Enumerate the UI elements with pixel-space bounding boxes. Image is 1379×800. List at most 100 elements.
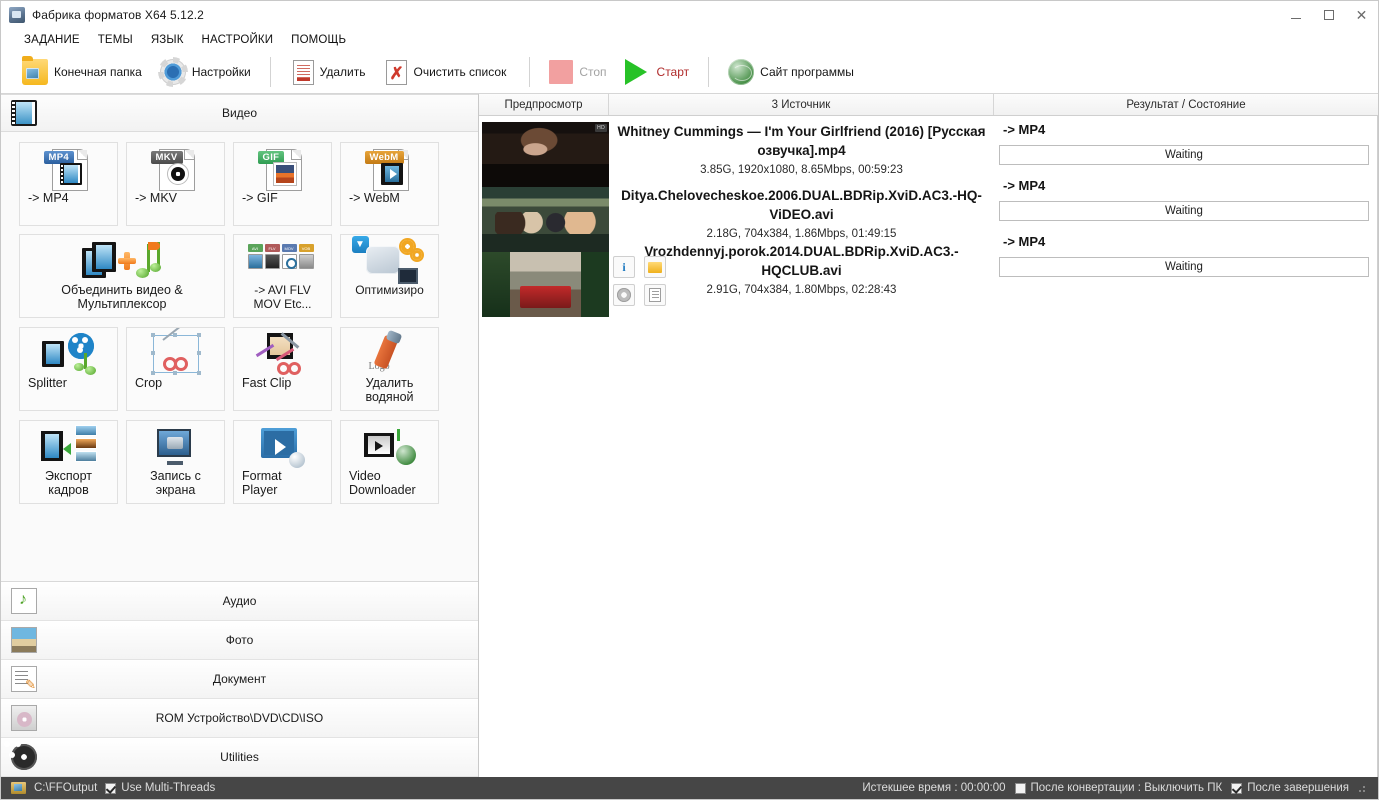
result-item-3: -> MP4 Waiting (999, 234, 1369, 277)
open-folder-icon (648, 261, 662, 273)
globe-icon (728, 59, 755, 85)
main-toolbar: Конечная папка Настройки Удалить ✗ Очист… (1, 51, 1378, 94)
thumbnail-3[interactable] (482, 252, 609, 317)
tile-to-mkv[interactable]: MKV -> MKV (126, 142, 225, 226)
output-path-label[interactable]: C:\FFOutput (34, 782, 97, 794)
tile-to-avi-flv-mov[interactable]: AVI FLV MOV VOB -> AVI FLV MOV Etc... (233, 234, 332, 318)
delete-button[interactable]: Удалить (281, 53, 375, 91)
menu-item-task[interactable]: ЗАДАНИЕ (15, 32, 89, 48)
after-finish-checkbox[interactable] (1231, 782, 1243, 794)
after-finish-option[interactable]: После завершения (1231, 782, 1349, 794)
tile-video-downloader[interactable]: Video Downloader (340, 420, 439, 504)
output-folder-icon (11, 782, 26, 794)
table-row[interactable]: Whitney Cummings — I'm Your Girlfriend (… (609, 122, 994, 176)
column-header-result[interactable]: Результат / Состояние (994, 94, 1378, 115)
output-folder-button[interactable]: Конечная папка (13, 53, 151, 91)
tile-fast-clip-label: Fast Clip (242, 376, 292, 390)
video-tiles-area: MP4 -> MP4 MKV -> MKV GIF -> GIF WebM ->… (1, 132, 478, 581)
tile-optimizer-label: Оптимизиро (355, 283, 424, 297)
close-button[interactable]: ✕ (1345, 1, 1378, 29)
tile-to-webm[interactable]: WebM -> WebM (340, 142, 439, 226)
tile-format-player[interactable]: Format Player (233, 420, 332, 504)
stop-button[interactable]: Стоп (540, 53, 615, 91)
settings-button[interactable]: Настройки (151, 53, 260, 91)
category-photo-label: Фото (225, 633, 254, 647)
menu-item-themes[interactable]: ТЕМЫ (89, 32, 142, 48)
tile-optimizer[interactable]: ▼ Оптимизиро (340, 234, 439, 318)
after-convert-checkbox[interactable] (1014, 782, 1026, 794)
tile-screen-record[interactable]: Запись с экрана (126, 420, 225, 504)
tile-screen-record-label: Запись с экрана (150, 469, 201, 497)
source-title-1: Whitney Cummings — I'm Your Girlfriend (… (617, 124, 986, 158)
category-utilities[interactable]: Utilities (1, 738, 478, 777)
thumbnail-2[interactable] (482, 187, 609, 252)
tile-to-mp4[interactable]: MP4 -> MP4 (19, 142, 118, 226)
status-badge[interactable]: Waiting (999, 257, 1369, 277)
minimize-icon (1290, 17, 1301, 19)
stop-label: Стоп (579, 65, 607, 79)
tile-crop[interactable]: Crop (126, 327, 225, 411)
tile-to-mp4-label: -> MP4 (28, 191, 69, 205)
window-title: Фабрика форматов X64 5.12.2 (32, 8, 204, 22)
toolbar-divider-2 (529, 57, 531, 87)
menu-item-help[interactable]: ПОМОЩЬ (282, 32, 355, 48)
category-list: Аудио Фото Документ ROM Устройство\DVD\C… (1, 581, 478, 777)
tile-splitter[interactable]: Splitter (19, 327, 118, 411)
column-header-preview[interactable]: Предпросмотр (479, 94, 609, 115)
folder-icon (22, 56, 48, 85)
tile-to-gif[interactable]: GIF -> GIF (233, 142, 332, 226)
start-button[interactable]: Старт (616, 53, 699, 91)
file-properties-icon (649, 288, 661, 302)
status-badge[interactable]: Waiting (999, 145, 1369, 165)
source-meta-1: 3.85G, 1920x1080, 8.65Mbps, 00:59:23 (700, 164, 903, 176)
tile-export-frames[interactable]: Экспорт кадров (19, 420, 118, 504)
category-audio-label: Аудио (222, 594, 257, 608)
app-icon (9, 7, 25, 23)
menu-item-language[interactable]: ЯЗЫК (142, 32, 193, 48)
body-split: Видео MP4 -> MP4 MKV -> MKV GIF -> GIF W… (1, 94, 1378, 777)
thumbnail-1[interactable]: HD (482, 122, 609, 187)
category-rom[interactable]: ROM Устройство\DVD\CD\ISO (1, 699, 478, 738)
delete-document-icon (292, 59, 314, 85)
result-item-1: -> MP4 Waiting (999, 122, 1369, 165)
file-properties-button[interactable] (644, 284, 666, 306)
category-header-video[interactable]: Видео (1, 94, 478, 132)
maximize-icon (1323, 10, 1334, 20)
tile-row-2: Объединить видео & Мультиплексор AVI FLV M… (1, 234, 478, 318)
open-folder-button[interactable] (644, 256, 666, 278)
tile-row-4: Экспорт кадров Запись с экрана Format Pl… (1, 420, 478, 504)
tile-row-3: Splitter Crop Fast Clip Удалить водяной (1, 327, 478, 411)
info-button[interactable]: i (613, 256, 635, 278)
tile-merge-video[interactable]: Объединить видео & Мультиплексор (19, 234, 225, 318)
thumbnail-1-badge: HD (595, 124, 607, 132)
category-document[interactable]: Документ (1, 660, 478, 699)
menu-item-settings[interactable]: НАСТРОЙКИ (193, 32, 283, 48)
multithreads-checkbox[interactable] (105, 782, 117, 794)
column-header-source[interactable]: 3 Источник (609, 94, 994, 115)
website-button[interactable]: Сайт программы (719, 53, 863, 91)
category-photo[interactable]: Фото (1, 621, 478, 660)
options-button[interactable] (613, 284, 635, 306)
source-title-2: Ditya.Chelovecheskoe.2006.DUAL.BDRip.Xvi… (621, 188, 982, 222)
source-column: Whitney Cummings — I'm Your Girlfriend (… (609, 116, 994, 777)
after-finish-label: После завершения (1247, 782, 1349, 794)
toolbar-divider-3 (708, 57, 710, 87)
tile-remove-watermark[interactable]: Logo Удалить водяной (340, 327, 439, 411)
minimize-button[interactable] (1279, 1, 1312, 29)
status-badge[interactable]: Waiting (999, 201, 1369, 221)
maximize-button[interactable] (1312, 1, 1345, 29)
resize-grip-icon[interactable] (1358, 783, 1368, 793)
after-convert-option[interactable]: После конвертации : Выключить ПК (1014, 782, 1222, 794)
table-row[interactable]: Ditya.Chelovecheskoe.2006.DUAL.BDRip.Xvi… (609, 186, 994, 240)
status-left: C:\FFOutput Use Multi-Threads (1, 782, 215, 794)
category-audio[interactable]: Аудио (1, 582, 478, 621)
tile-export-frames-label: Экспорт кадров (45, 469, 92, 497)
row-action-buttons: i (613, 256, 669, 306)
category-utilities-label: Utilities (220, 750, 259, 764)
optimizer-icon: ▼ (341, 235, 438, 284)
clear-list-button[interactable]: ✗ Очистить список (374, 53, 515, 91)
clear-list-label: Очистить список (413, 65, 507, 79)
crop-icon (127, 328, 224, 376)
multithreads-option[interactable]: Use Multi-Threads (105, 782, 215, 794)
tile-fast-clip[interactable]: Fast Clip (233, 327, 332, 411)
